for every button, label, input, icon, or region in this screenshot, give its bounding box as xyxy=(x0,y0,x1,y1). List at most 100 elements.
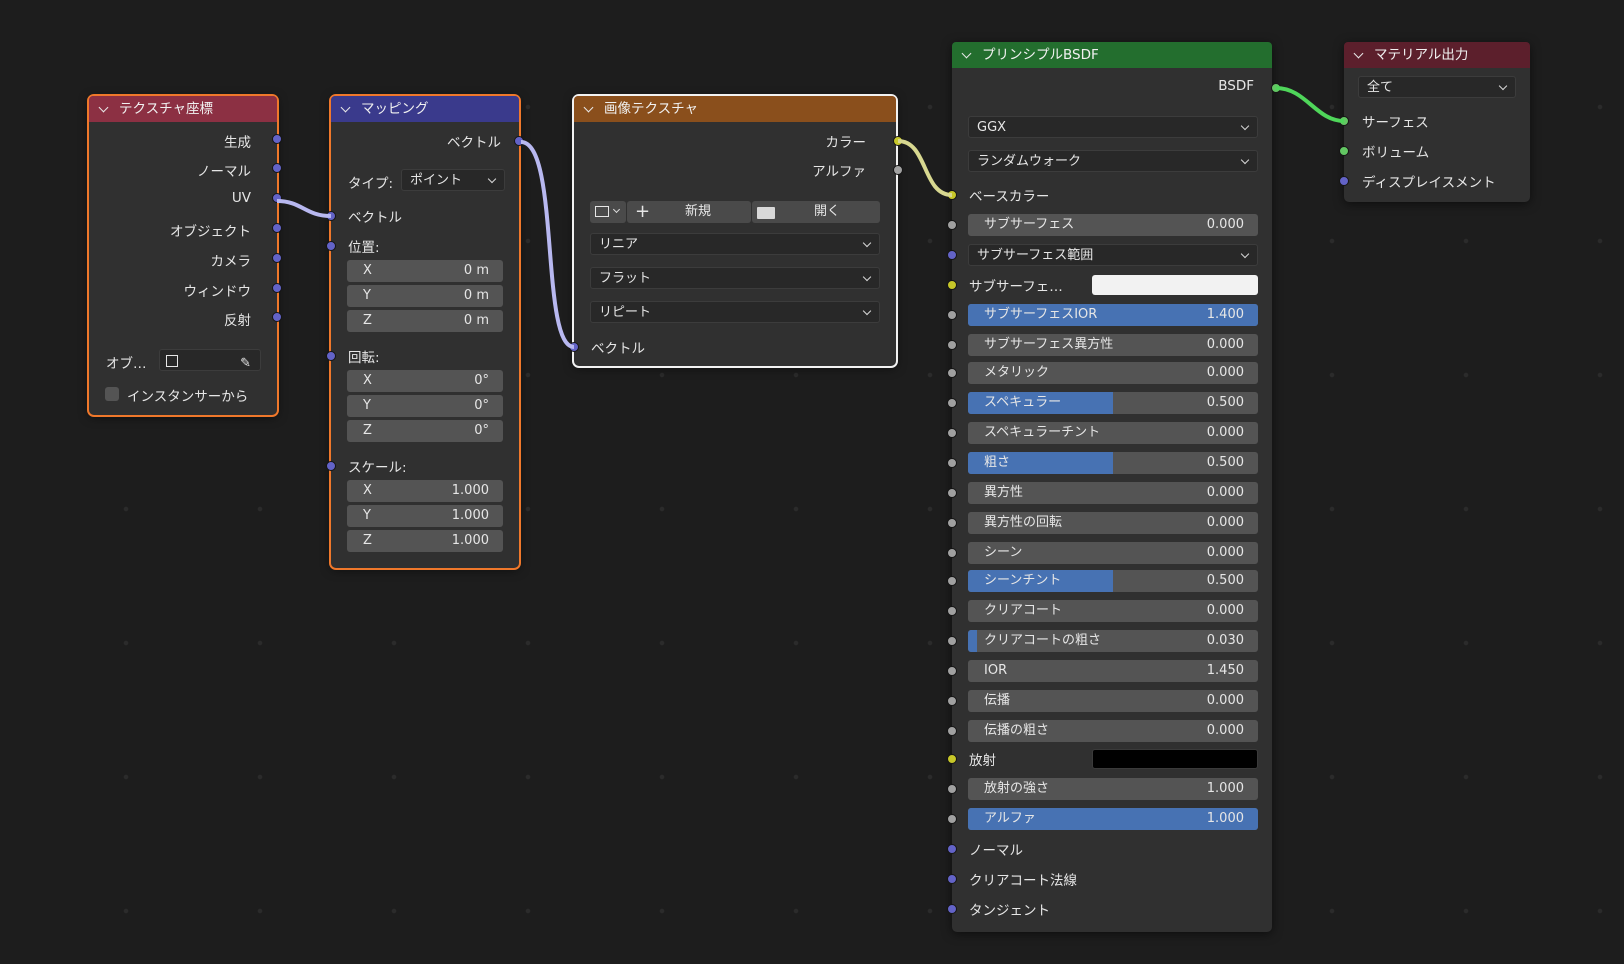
socket-displacement[interactable] xyxy=(1339,176,1349,186)
socket-metallic[interactable] xyxy=(947,368,957,378)
socket-subsurface-color[interactable] xyxy=(947,280,957,290)
socket-output-bsdf[interactable] xyxy=(1271,83,1281,93)
socket-emission[interactable] xyxy=(947,754,957,764)
socket-subsurface-ior[interactable] xyxy=(947,310,957,320)
ior-field[interactable]: IOR 1.450 xyxy=(968,660,1258,682)
socket-normal[interactable] xyxy=(947,844,957,854)
chevron-down-icon[interactable] xyxy=(340,102,351,113)
alpha-field[interactable]: アルファ 1.000 xyxy=(968,808,1258,830)
eyedropper-icon[interactable]: ✎ xyxy=(240,353,251,375)
scale-x-field[interactable]: X 1.000 xyxy=(347,480,503,502)
socket-anisotropic[interactable] xyxy=(947,488,957,498)
socket-rotation[interactable] xyxy=(326,351,336,361)
transmission-roughness-field[interactable]: 伝播の粗さ 0.000 xyxy=(968,720,1258,742)
subsurface-radius-dropdown[interactable]: サブサーフェス範囲 xyxy=(968,244,1258,266)
image-texture-header[interactable]: 画像テクスチャ xyxy=(574,96,896,122)
socket-input-vector[interactable] xyxy=(569,342,579,352)
socket-sheen-tint[interactable] xyxy=(947,576,957,586)
socket-output-alpha[interactable] xyxy=(893,165,903,175)
socket-clearcoat-normal[interactable] xyxy=(947,874,957,884)
location-z-field[interactable]: Z 0 m xyxy=(347,310,503,332)
texture-coordinate-node[interactable]: テクスチャ座標 生成 ノーマル UV オブジェクト カメラ ウィンドウ 反射 オ… xyxy=(87,94,282,417)
socket-base-color[interactable] xyxy=(947,190,957,200)
texture-coordinate-header[interactable]: テクスチャ座標 xyxy=(89,96,277,122)
socket-roughness[interactable] xyxy=(947,458,957,468)
roughness-field[interactable]: 粗さ 0.500 xyxy=(968,452,1258,474)
interpolation-dropdown[interactable]: リニア xyxy=(590,233,880,255)
subsurface-method-dropdown[interactable]: ランダムウォーク xyxy=(968,150,1258,172)
target-dropdown[interactable]: 全て xyxy=(1358,76,1516,98)
socket-output-color[interactable] xyxy=(893,136,903,146)
location-x-field[interactable]: X 0 m xyxy=(347,260,503,282)
clearcoat-field[interactable]: クリアコート 0.000 xyxy=(968,600,1258,622)
material-output-header[interactable]: マテリアル出力 xyxy=(1344,42,1530,68)
socket-clearcoat[interactable] xyxy=(947,606,957,616)
projection-dropdown[interactable]: フラット xyxy=(590,267,880,289)
socket-scale[interactable] xyxy=(326,461,336,471)
chevron-down-icon[interactable] xyxy=(1353,48,1364,59)
rotation-x-field[interactable]: X 0° xyxy=(347,370,503,392)
object-picker[interactable]: ✎ xyxy=(159,349,261,371)
location-y-field[interactable]: Y 0 m xyxy=(347,285,503,307)
socket-volume[interactable] xyxy=(1339,146,1349,156)
socket-alpha[interactable] xyxy=(947,814,957,824)
rotation-y-field[interactable]: Y 0° xyxy=(347,395,503,417)
metallic-field[interactable]: メタリック 0.000 xyxy=(968,362,1258,384)
rotation-z-field[interactable]: Z 0° xyxy=(347,420,503,442)
socket-uv[interactable] xyxy=(272,193,282,203)
socket-ior[interactable] xyxy=(947,666,957,676)
socket-generated[interactable] xyxy=(272,134,282,144)
socket-input-vector[interactable] xyxy=(326,211,336,221)
socket-reflection[interactable] xyxy=(272,312,282,322)
subsurface-field[interactable]: サブサーフェス 0.000 xyxy=(968,214,1258,236)
socket-tangent[interactable] xyxy=(947,904,957,914)
bsdf-header[interactable]: プリンシプルBSDF xyxy=(952,42,1272,68)
extension-dropdown[interactable]: リピート xyxy=(590,301,880,323)
subsurface-anisotropy-field[interactable]: サブサーフェス異方性 0.000 xyxy=(968,334,1258,356)
specular-field[interactable]: スペキュラー 0.500 xyxy=(968,392,1258,414)
transmission-field[interactable]: 伝播 0.000 xyxy=(968,690,1258,712)
chevron-down-icon[interactable] xyxy=(583,102,594,113)
emission-strength-field[interactable]: 放射の強さ 1.000 xyxy=(968,778,1258,800)
principled-bsdf-node[interactable]: プリンシプルBSDF BSDF GGX ランダムウォーク ベースカラー サブサー… xyxy=(947,42,1281,932)
image-browse-button[interactable] xyxy=(590,201,626,223)
new-image-button[interactable]: + 新規 xyxy=(627,201,751,223)
type-dropdown[interactable]: ポイント xyxy=(401,169,505,191)
socket-subsurface[interactable] xyxy=(947,220,957,230)
anisotropic-rotation-field[interactable]: 異方性の回転 0.000 xyxy=(968,512,1258,534)
instancer-checkbox[interactable] xyxy=(105,387,119,401)
socket-specular-tint[interactable] xyxy=(947,428,957,438)
image-texture-node[interactable]: 画像テクスチャ カラー アルファ + 新規 開く リニア フラット リピート ベ… xyxy=(569,94,903,368)
socket-object[interactable] xyxy=(272,223,282,233)
open-image-button[interactable]: 開く xyxy=(752,201,880,223)
mapping-header[interactable]: マッピング xyxy=(331,96,519,122)
sheen-field[interactable]: シーン 0.000 xyxy=(968,542,1258,564)
socket-surface[interactable] xyxy=(1339,116,1349,126)
anisotropic-field[interactable]: 異方性 0.000 xyxy=(968,482,1258,504)
socket-window[interactable] xyxy=(272,283,282,293)
socket-location[interactable] xyxy=(326,241,336,251)
socket-output-vector[interactable] xyxy=(514,136,524,146)
socket-emission-strength[interactable] xyxy=(947,784,957,794)
subsurface-color-swatch[interactable] xyxy=(1092,275,1258,295)
specular-tint-field[interactable]: スペキュラーチント 0.000 xyxy=(968,422,1258,444)
scale-y-field[interactable]: Y 1.000 xyxy=(347,505,503,527)
socket-subsurface-radius[interactable] xyxy=(947,250,957,260)
socket-clearcoat-roughness[interactable] xyxy=(947,636,957,646)
mapping-node[interactable]: マッピング ベクトル タイプ: ポイント ベクトル 位置: X0 m Y0 m … xyxy=(326,94,524,570)
socket-specular[interactable] xyxy=(947,398,957,408)
socket-transmission[interactable] xyxy=(947,696,957,706)
emission-color-swatch[interactable] xyxy=(1092,749,1258,769)
socket-normal[interactable] xyxy=(272,163,282,173)
clearcoat-roughness-field[interactable]: クリアコートの粗さ 0.030 xyxy=(968,630,1258,652)
subsurface-ior-field[interactable]: サブサーフェスIOR 1.400 xyxy=(968,304,1258,326)
socket-camera[interactable] xyxy=(272,253,282,263)
socket-transmission-roughness[interactable] xyxy=(947,726,957,736)
socket-subsurface-anisotropy[interactable] xyxy=(947,340,957,350)
sheen-tint-field[interactable]: シーンチント 0.500 xyxy=(968,570,1258,592)
socket-sheen[interactable] xyxy=(947,548,957,558)
distribution-dropdown[interactable]: GGX xyxy=(968,116,1258,138)
chevron-down-icon[interactable] xyxy=(961,48,972,59)
socket-anisotropic-rotation[interactable] xyxy=(947,518,957,528)
material-output-node[interactable]: マテリアル出力 全て サーフェス ボリューム ディスプレイスメント xyxy=(1339,42,1530,202)
